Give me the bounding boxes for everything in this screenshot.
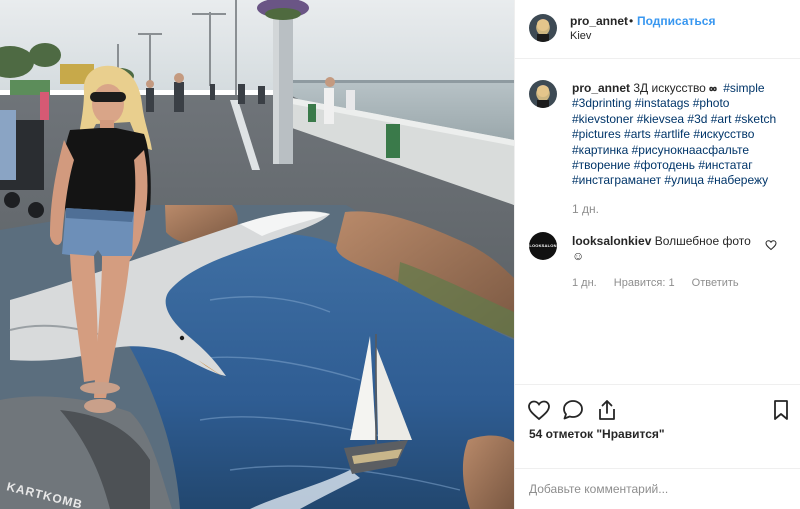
post-actions: 54 отметок "Нравится" bbox=[515, 384, 800, 509]
comment-input[interactable] bbox=[529, 482, 779, 496]
bookmark-icon[interactable] bbox=[769, 398, 793, 422]
street-art-illustration: KARTKOMB bbox=[0, 0, 514, 509]
share-icon[interactable] bbox=[595, 398, 619, 422]
add-comment-bar bbox=[515, 468, 800, 509]
author-avatar[interactable] bbox=[529, 14, 557, 42]
comment-item: LOOKSALON looksalonkiev Волшебное фото ☺… bbox=[515, 228, 800, 298]
post-photo[interactable]: KARTKOMB bbox=[0, 0, 514, 509]
post-header: pro_annet • Подписаться Kiev bbox=[515, 0, 800, 59]
reply-button[interactable]: Ответить bbox=[692, 277, 739, 289]
small-heart-icon[interactable] bbox=[765, 239, 777, 251]
caption-author-avatar[interactable] bbox=[529, 80, 557, 108]
comment-timestamp[interactable]: 1 дн. bbox=[572, 277, 597, 289]
caption-hashtags[interactable]: #simple #3dprinting #instatags #photo #k… bbox=[572, 81, 776, 187]
follow-button[interactable]: Подписаться bbox=[637, 14, 715, 28]
commenter-avatar[interactable]: LOOKSALON bbox=[529, 232, 557, 260]
heart-icon[interactable] bbox=[527, 398, 551, 422]
comment-bubble-icon[interactable] bbox=[561, 398, 585, 422]
post-side-panel: pro_annet • Подписаться Kiev pro_annet 3… bbox=[514, 0, 800, 509]
smile-emoji: ☺ bbox=[572, 249, 585, 263]
comment-likes-count[interactable]: Нравится: 1 bbox=[614, 277, 675, 289]
author-username[interactable]: pro_annet bbox=[570, 14, 628, 28]
header-separator: • bbox=[629, 14, 634, 28]
caption-timestamp[interactable]: 1 дн. bbox=[572, 202, 599, 216]
likes-count[interactable]: 54 отметок "Нравится" bbox=[529, 427, 665, 441]
comment-text: looksalonkiev Волшебное фото ☺ bbox=[572, 234, 762, 264]
comment-body: Волшебное фото bbox=[654, 234, 751, 248]
infinity-icon bbox=[709, 86, 717, 92]
caption-username[interactable]: pro_annet bbox=[572, 81, 630, 95]
comment-meta: 1 дн. Нравится: 1 Ответить bbox=[572, 277, 753, 289]
caption-text: pro_annet 3Д искусство #simple #3dprinti… bbox=[572, 81, 784, 189]
caption-prefix: 3Д искусство bbox=[633, 81, 706, 95]
post-location[interactable]: Kiev bbox=[570, 30, 591, 42]
commenter-username[interactable]: looksalonkiev bbox=[572, 234, 651, 248]
